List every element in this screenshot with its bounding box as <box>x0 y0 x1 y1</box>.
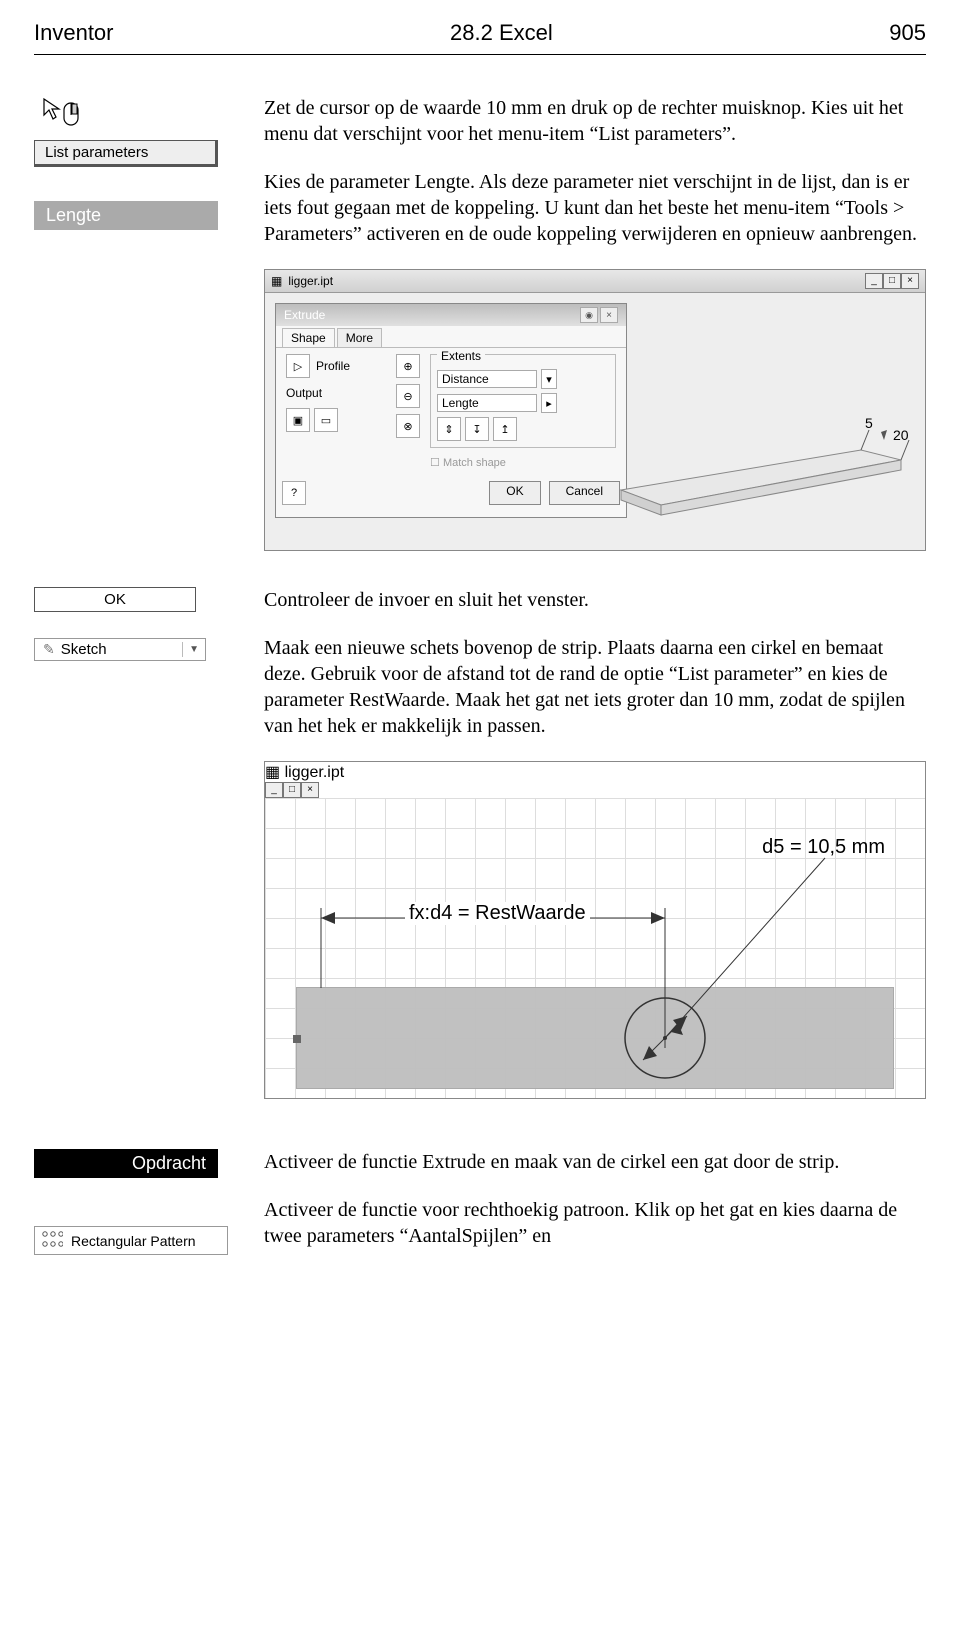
intersect-icon[interactable]: ⊗ <box>396 414 420 438</box>
help-icon[interactable]: ? <box>282 481 306 505</box>
page: Inventor 28.2 Excel 905 List parameters … <box>0 0 960 1644</box>
union-icon[interactable]: ⊕ <box>396 354 420 378</box>
main-column-2: Controleer de invoer en sluit het venste… <box>264 587 926 1135</box>
header-center: 28.2 Excel <box>114 20 890 46</box>
main-column: Zet de cursor op de waarde 10 mm en druk… <box>264 95 926 587</box>
dropdown-icon[interactable]: ▼ <box>182 642 205 657</box>
file-icon: ▦ <box>265 764 280 781</box>
sketch-label: Sketch <box>61 639 182 660</box>
inventor-window-1: ▦ ligger.ipt _ □ × Extrude ◉ × <box>264 269 926 551</box>
ok-button[interactable]: OK <box>34 587 196 612</box>
lengte-tag: Lengte <box>34 201 218 230</box>
minimize-icon[interactable]: _ <box>865 273 883 289</box>
direction-pos-icon[interactable]: ↧ <box>465 417 489 441</box>
extrude-title: Extrude <box>284 308 325 322</box>
lengte-field[interactable]: Lengte <box>437 394 537 412</box>
direction-neg-icon[interactable]: ↥ <box>493 417 517 441</box>
extents-fieldset: Extents Distance ▾ Lengte ▸ <box>430 354 616 448</box>
extents-label: Extents <box>437 349 485 363</box>
sidebar-2: OK ✎ Sketch ▼ <box>34 587 240 1135</box>
output-label: Output <box>286 386 386 400</box>
dim-fx: fx:d4 = RestWaarde <box>405 902 590 925</box>
tab-more[interactable]: More <box>337 328 382 347</box>
distance-dropdown[interactable]: Distance <box>437 370 537 388</box>
sidebar: List parameters Lengte <box>34 95 240 587</box>
extrude-buttons: ? OK Cancel <box>276 475 626 511</box>
cut-icon[interactable]: ⊖ <box>396 384 420 408</box>
window-titlebar-2: ▦ ligger.ipt _ □ × <box>265 762 925 798</box>
window-titlebar: ▦ ligger.ipt _ □ × <box>265 270 925 293</box>
rectangular-pattern-button[interactable]: Rectangular Pattern <box>34 1226 228 1255</box>
extrude-ok-button[interactable]: OK <box>489 481 540 505</box>
extrude-dialog: Extrude ◉ × Shape More ▷ Profile <box>275 303 627 518</box>
header-right: 905 <box>889 20 926 46</box>
paragraph-1: Zet de cursor op de waarde 10 mm en druk… <box>264 95 926 147</box>
select-arrow-icon[interactable]: ▷ <box>286 354 310 378</box>
header-left: Inventor <box>34 20 114 46</box>
close-icon[interactable]: × <box>301 782 319 798</box>
expand-icon[interactable]: ▸ <box>541 393 557 413</box>
rect-pattern-icon <box>41 1230 63 1251</box>
output-solid-icon[interactable]: ▣ <box>286 408 310 432</box>
rect-pattern-label: Rectangular Pattern <box>71 1233 196 1249</box>
dim-d5: d5 = 10,5 mm <box>762 836 885 859</box>
direction-both-icon[interactable]: ⇕ <box>437 417 461 441</box>
paragraph-6: Activeer de functie voor rechthoekig pat… <box>264 1197 926 1249</box>
svg-text:20: 20 <box>893 427 909 443</box>
output-surface-icon[interactable]: ▭ <box>314 408 338 432</box>
inventor-window-2: ▦ ligger.ipt _ □ × <box>264 761 926 1099</box>
pencil-icon: ✎ <box>35 639 61 660</box>
content-area-2: OK ✎ Sketch ▼ Controleer de invoer en sl… <box>0 587 960 1135</box>
minimize-icon[interactable]: _ <box>265 782 283 798</box>
opdracht-tag: Opdracht <box>34 1149 218 1178</box>
window-title-2: ligger.ipt <box>285 764 345 781</box>
list-parameters-button[interactable]: List parameters <box>34 140 218 167</box>
file-icon: ▦ <box>271 274 282 288</box>
maximize-icon[interactable]: □ <box>283 782 301 798</box>
extrude-tabs: Shape More <box>276 328 626 348</box>
sketch-canvas: d5 = 10,5 mm fx:d4 = RestWaarde <box>265 798 925 1098</box>
window-title: ligger.ipt <box>288 274 333 288</box>
main-column-3: Activeer de functie Extrude en maak van … <box>264 1149 926 1249</box>
strip-3d-preview: 5 20 <box>611 370 911 540</box>
close-dialog-icon[interactable]: × <box>600 307 618 323</box>
page-header: Inventor 28.2 Excel 905 <box>0 0 960 52</box>
match-shape-label: Match shape <box>443 457 506 469</box>
svg-text:5: 5 <box>865 415 873 431</box>
sketch-button[interactable]: ✎ Sketch ▼ <box>34 638 206 661</box>
paragraph-5: Activeer de functie Extrude en maak van … <box>264 1149 926 1175</box>
match-shape-checkbox[interactable]: ☐ <box>430 457 440 469</box>
dropdown-icon[interactable]: ▾ <box>541 369 557 389</box>
content-area: List parameters Lengte Zet de cursor op … <box>0 55 960 587</box>
content-area-3: Opdracht Rectangular Pattern Activeer de… <box>0 1135 960 1255</box>
paragraph-3: Controleer de invoer en sluit het venste… <box>264 587 926 613</box>
paragraph-2: Kies de parameter Lengte. Als deze param… <box>264 169 926 247</box>
mouse-cursor-icon <box>40 95 240 136</box>
tab-shape[interactable]: Shape <box>282 328 335 347</box>
pin-icon[interactable]: ◉ <box>580 307 598 323</box>
extrude-titlebar: Extrude ◉ × <box>276 304 626 326</box>
profile-label: Profile <box>316 359 350 373</box>
close-icon[interactable]: × <box>901 273 919 289</box>
extrude-cancel-button[interactable]: Cancel <box>549 481 620 505</box>
sidebar-3: Opdracht Rectangular Pattern <box>34 1149 240 1255</box>
paragraph-4: Maak een nieuwe schets bovenop de strip.… <box>264 635 926 739</box>
maximize-icon[interactable]: □ <box>883 273 901 289</box>
